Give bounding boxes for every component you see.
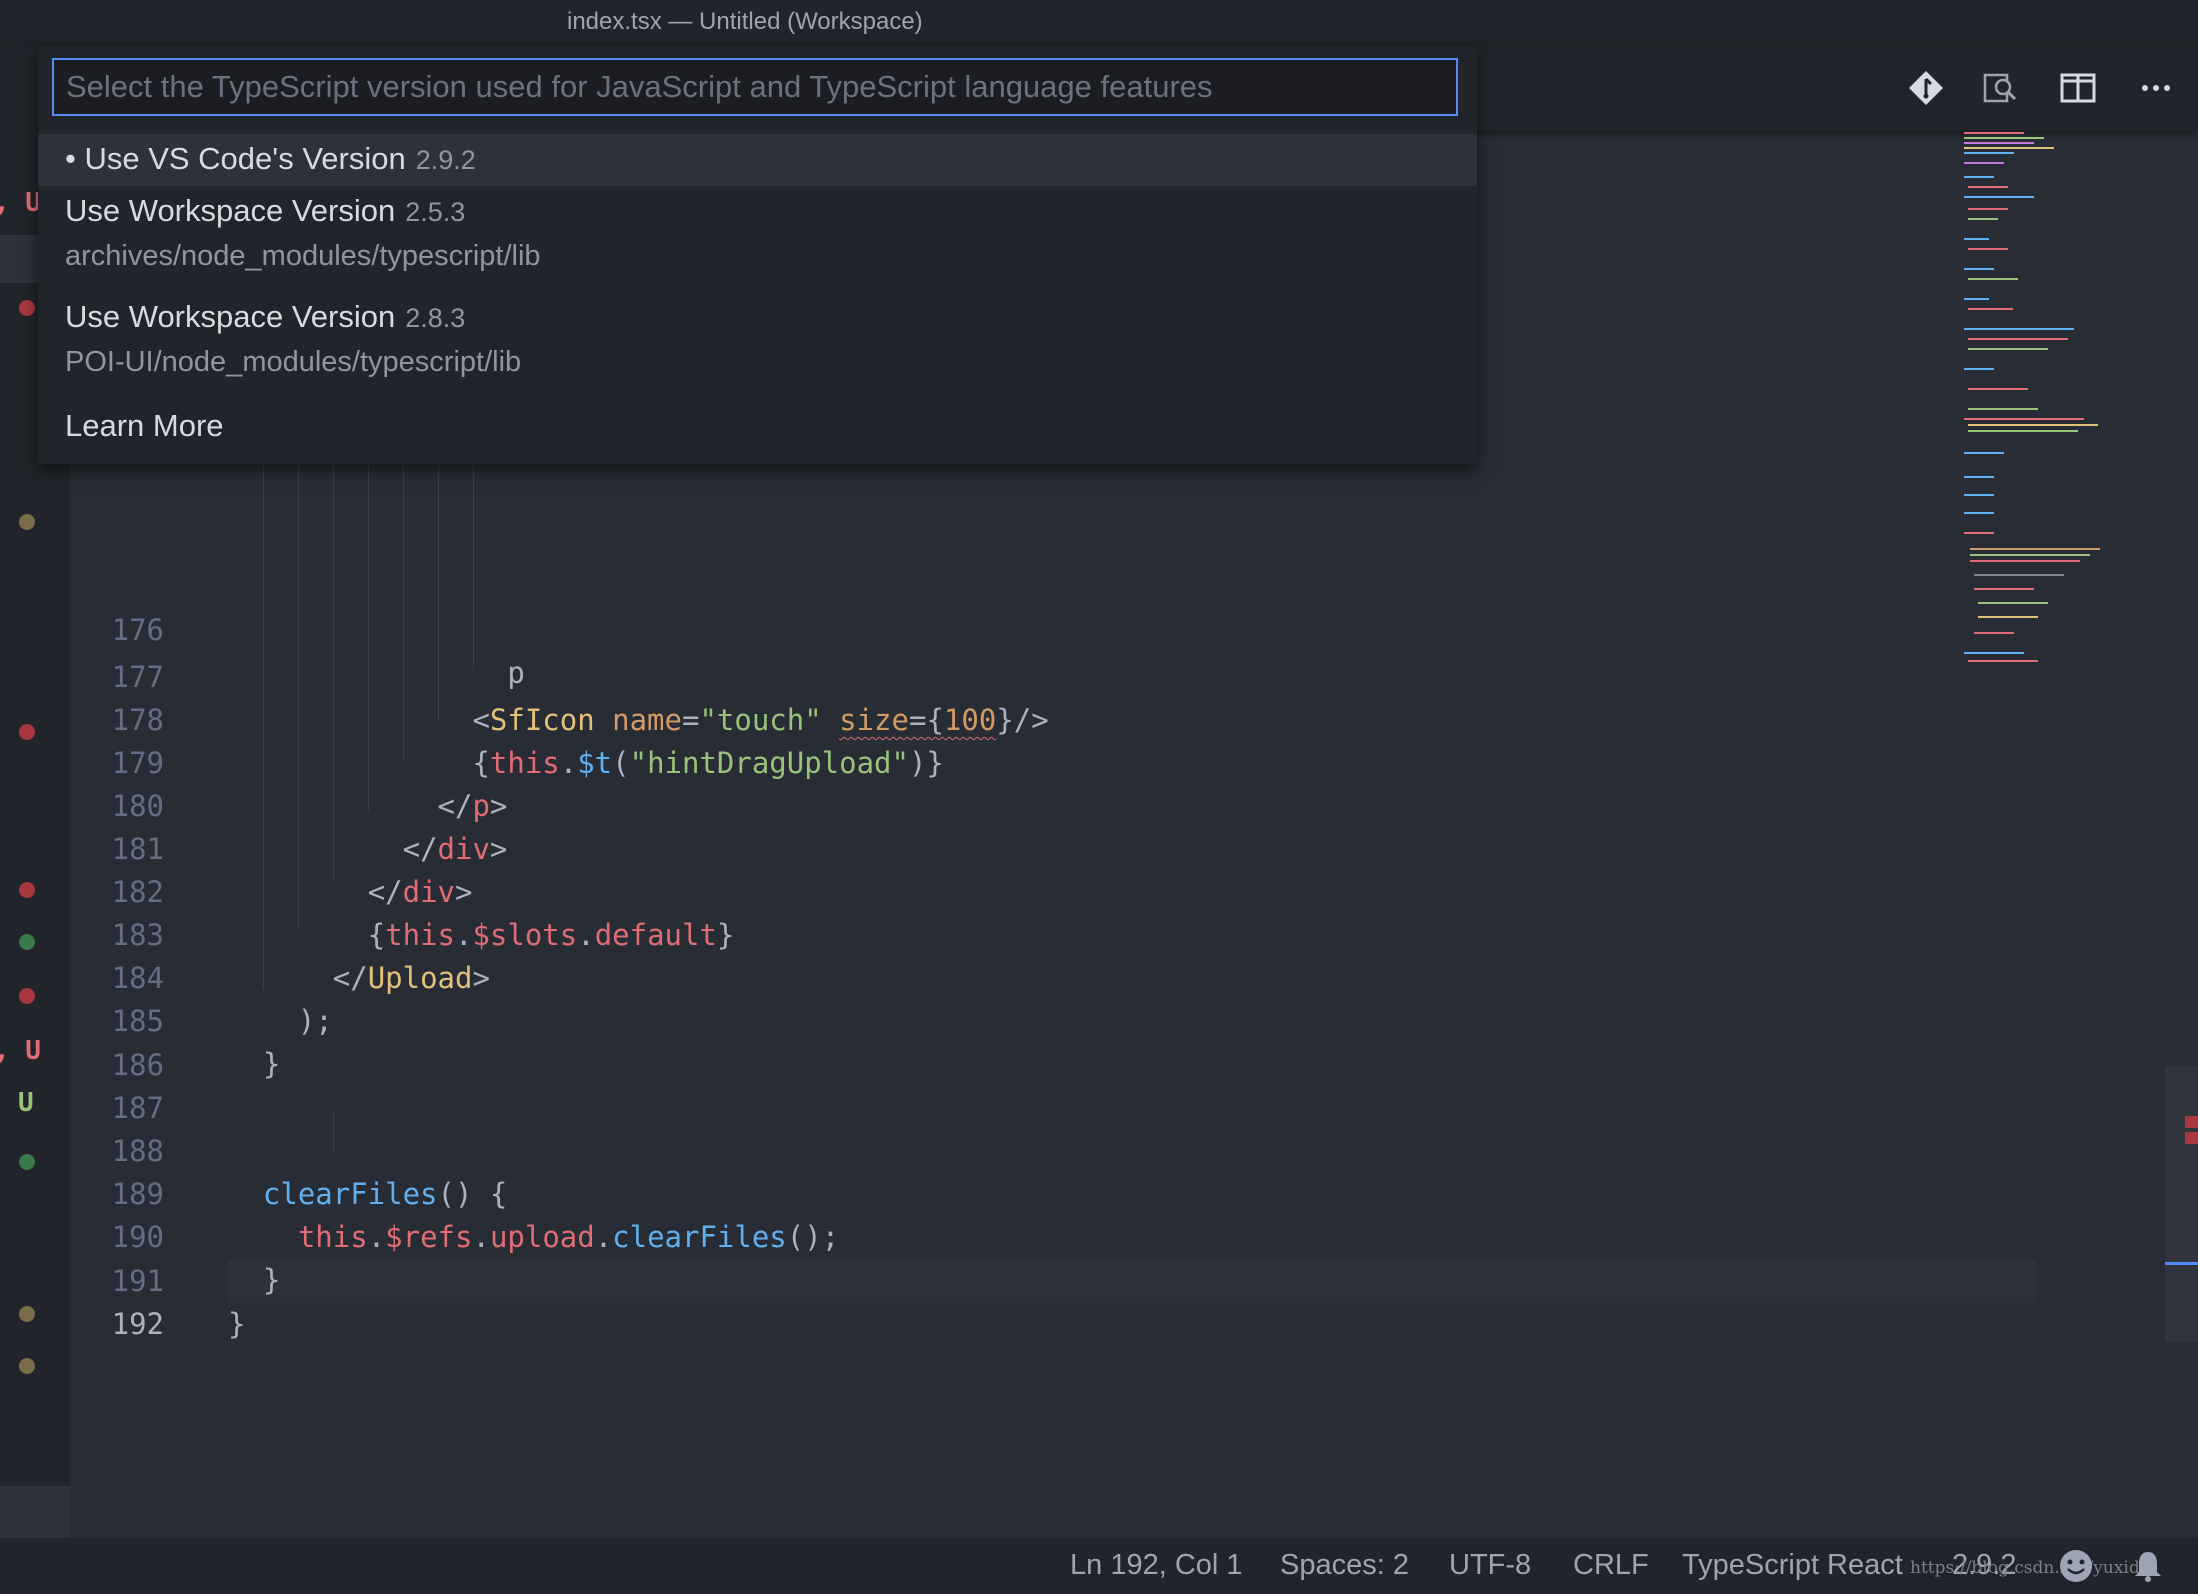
modified-decoration-dot bbox=[19, 1306, 35, 1322]
quick-pick-item-workspace-version[interactable]: Use Workspace Version 2.8.3 POI-UI/node_m… bbox=[38, 292, 1477, 398]
quick-pick-item-label: • Use VS Code's Version bbox=[65, 141, 406, 176]
quick-pick-item-description: 2.9.2 bbox=[415, 145, 476, 175]
file-encoding[interactable]: UTF-8 bbox=[1449, 1549, 1531, 1582]
quick-pick-item-learn-more[interactable]: Learn More bbox=[38, 398, 1477, 454]
code-line: 190 } bbox=[70, 1173, 1970, 1297]
code-line: 185 } bbox=[70, 957, 1970, 1081]
feedback-smiley-icon[interactable] bbox=[2058, 1548, 2094, 1584]
split-editor-icon[interactable] bbox=[2056, 66, 2100, 110]
modified-decoration-dot bbox=[19, 1358, 35, 1374]
cursor-scroll-marker bbox=[2165, 1262, 2198, 1265]
vertical-scrollbar[interactable] bbox=[2165, 1066, 2198, 1342]
code-line: 178 {this.$t("hintDragUpload")} bbox=[70, 656, 1970, 780]
explorer-bottom-row[interactable] bbox=[0, 1486, 70, 1538]
language-mode[interactable]: TypeScript React bbox=[1682, 1549, 1903, 1582]
code-line: 179 </p> bbox=[70, 699, 1970, 823]
code-line: 182 {this.$slots.default} bbox=[70, 828, 1970, 952]
code-line: 186 bbox=[70, 1001, 1970, 1082]
modified-decoration-dot bbox=[19, 514, 35, 530]
untracked-decoration-dot bbox=[19, 1154, 35, 1170]
code-line: 180 </div> bbox=[70, 742, 1970, 866]
code-line: 191 } bbox=[70, 1217, 1970, 1341]
cursor-position[interactable]: Ln 192, Col 1 bbox=[1070, 1549, 1243, 1582]
code-line: 183 </Upload> bbox=[70, 871, 1970, 995]
error-scroll-marker bbox=[2185, 1116, 2198, 1128]
window-title: index.tsx — Untitled (Workspace) bbox=[567, 8, 923, 35]
title-bar: index.tsx — Untitled (Workspace) bbox=[0, 0, 2198, 46]
quick-pick-item-description: 2.5.3 bbox=[405, 197, 466, 227]
quick-pick-item-workspace-version[interactable]: Use Workspace Version 2.5.3 archives/node… bbox=[38, 186, 1477, 292]
untracked-status-letter: , U bbox=[0, 188, 41, 218]
error-decoration-dot bbox=[19, 988, 35, 1004]
open-preview-icon[interactable] bbox=[1978, 66, 2022, 110]
quick-pick-item-description: 2.8.3 bbox=[405, 303, 466, 333]
error-decoration-dot bbox=[19, 724, 35, 740]
untracked-status-letter: U bbox=[18, 1088, 34, 1118]
quick-pick-item-detail: POI-UI/node_modules/typescript/lib bbox=[65, 346, 522, 378]
code-line: 176 p bbox=[70, 566, 1970, 690]
error-decoration-dot bbox=[19, 300, 35, 316]
quick-pick-item-vscode-version[interactable]: • Use VS Code's Version 2.9.2 bbox=[38, 134, 1477, 186]
status-bar: Ln 192, Col 1 Spaces: 2 UTF-8 CRLF TypeS… bbox=[0, 1538, 2198, 1594]
quick-pick-item-label: Learn More bbox=[65, 408, 224, 443]
code-line: 188 clearFiles() { bbox=[70, 1087, 1970, 1211]
error-decoration-dot bbox=[19, 882, 35, 898]
minimap[interactable] bbox=[1960, 128, 2110, 668]
code-line: 181 </div> bbox=[70, 785, 1970, 909]
typescript-version-quick-pick: Select the TypeScript version used for J… bbox=[38, 46, 1477, 464]
quick-pick-item-label: Use Workspace Version bbox=[65, 299, 396, 334]
watermark-text: https://blog.csdn.net/yuxidl bbox=[1910, 1558, 2146, 1578]
git-compare-icon[interactable] bbox=[1904, 66, 1948, 110]
line-ending[interactable]: CRLF bbox=[1573, 1549, 1649, 1582]
untracked-status-letter: , U bbox=[0, 1036, 41, 1066]
quick-pick-item-detail: archives/node_modules/typescript/lib bbox=[65, 240, 541, 272]
line-number: 192 bbox=[111, 1307, 164, 1341]
code-line: 177 <SfIcon name="touch" size={100}/> bbox=[70, 613, 1970, 737]
error-scroll-marker bbox=[2185, 1132, 2198, 1144]
notifications-bell-icon[interactable] bbox=[2130, 1548, 2166, 1584]
code-line: 189 this.$refs.upload.clearFiles(); bbox=[70, 1130, 1970, 1254]
more-actions-icon[interactable] bbox=[2134, 66, 2178, 110]
code-line: 187 bbox=[70, 1044, 1970, 1125]
code-line: 184 ); bbox=[70, 914, 1970, 1038]
untracked-decoration-dot bbox=[19, 934, 35, 950]
quick-pick-item-label: Use Workspace Version bbox=[65, 193, 396, 228]
code-line-current: 192 bbox=[70, 1260, 1970, 1341]
indentation-setting[interactable]: Spaces: 2 bbox=[1280, 1549, 1409, 1582]
quick-pick-input[interactable]: Select the TypeScript version used for J… bbox=[52, 58, 1458, 116]
